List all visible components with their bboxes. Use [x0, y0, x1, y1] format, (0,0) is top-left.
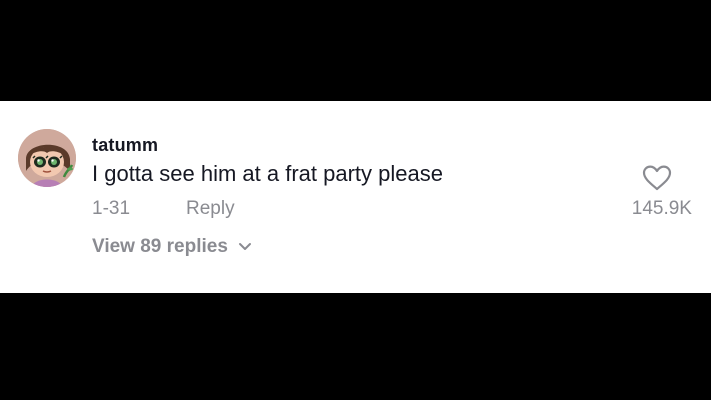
view-replies-label: View 89 replies [92, 236, 228, 257]
avatar-illustration [18, 129, 76, 187]
avatar[interactable] [18, 129, 76, 187]
like-button[interactable] [640, 163, 674, 193]
letterbox-top [0, 0, 711, 101]
chevron-down-icon [238, 243, 251, 250]
reply-button[interactable]: Reply [186, 198, 235, 220]
comment-username[interactable]: tatumm [92, 135, 158, 156]
letterbox-bottom [0, 293, 711, 400]
comment-text: I gotta see him at a frat party please [92, 161, 443, 186]
comment-item: tatumm I gotta see him at a frat party p… [0, 101, 711, 293]
like-count: 145.9K [631, 198, 692, 219]
comment-date: 1-31 [92, 198, 131, 219]
heart-outline-icon [642, 165, 672, 191]
view-replies-button[interactable]: View 89 replies [92, 236, 252, 258]
